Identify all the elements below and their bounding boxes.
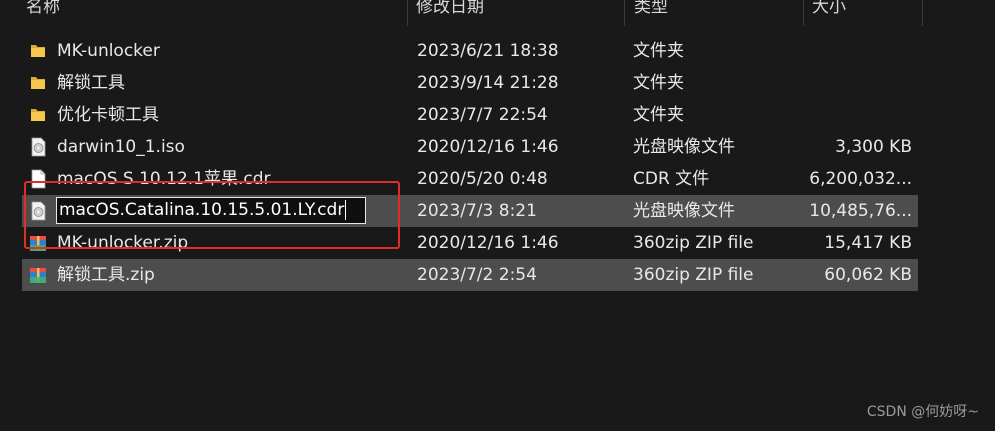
- file-size: 60,062 KB: [824, 265, 912, 285]
- file-name: darwin10_1.iso: [57, 137, 185, 157]
- file-row[interactable]: MK-unlocker.zip 2020/12/16 1:46 360zip Z…: [22, 227, 918, 259]
- column-header: 名称 修改日期 类型 大小: [0, 0, 924, 26]
- file-name: MK-unlocker: [57, 41, 160, 61]
- file-size: 6,200,032...: [809, 169, 912, 189]
- text-caret: [345, 200, 347, 220]
- watermark: CSDN @何妨呀~: [866, 404, 979, 420]
- column-divider[interactable]: [624, 0, 625, 26]
- file-row-hover[interactable]: 解锁工具.zip 2023/7/2 2:54 360zip ZIP file 6…: [22, 259, 918, 291]
- file-type: 光盘映像文件: [633, 201, 735, 221]
- file-size: 10,485,76...: [809, 201, 912, 221]
- file-row[interactable]: macOS S 10.12.1苹果.cdr 2020/5/20 0:48 CDR…: [22, 163, 918, 195]
- column-divider[interactable]: [922, 0, 923, 26]
- zip-archive-icon: [30, 268, 46, 283]
- file-size: [792, 67, 912, 99]
- file-name: MK-unlocker.zip: [57, 233, 189, 253]
- folder-icon: [31, 109, 45, 121]
- file-row[interactable]: darwin10_1.iso 2020/12/16 1:46 光盘映像文件 3,…: [22, 131, 918, 163]
- file-date: 2020/5/20 0:48: [417, 169, 548, 189]
- file-date: 2023/6/21 18:38: [417, 41, 559, 61]
- column-header-name[interactable]: 名称: [26, 0, 60, 26]
- file-type: 文件夹: [633, 41, 684, 61]
- file-size: 3,300 KB: [835, 137, 912, 157]
- file-icon: [31, 169, 46, 189]
- file-type: 文件夹: [633, 105, 684, 125]
- column-header-type[interactable]: 类型: [634, 0, 668, 26]
- file-date: 2023/9/14 21:28: [417, 73, 559, 93]
- file-date: 2023/7/2 2:54: [417, 265, 537, 285]
- file-name: macOS S 10.12.1苹果.cdr: [57, 169, 271, 189]
- file-row[interactable]: MK-unlocker 2023/6/21 18:38 文件夹: [22, 35, 918, 67]
- file-date: 2023/7/7 22:54: [417, 105, 548, 125]
- file-row-selected[interactable]: macOS.Catalina.10.15.5.01.LY.cdr 2023/7/…: [22, 195, 918, 227]
- file-type: 360zip ZIP file: [633, 265, 754, 285]
- file-type: 文件夹: [633, 73, 684, 93]
- folder-icon: [31, 45, 45, 57]
- disc-image-icon: [31, 137, 46, 157]
- rename-input-value: macOS.Catalina.10.15.5.01.LY.cdr: [59, 200, 345, 220]
- file-size: 15,417 KB: [824, 233, 912, 253]
- file-explorer-list: 名称 修改日期 类型 大小 MK-unlocker 2023/6/21 18:3…: [0, 0, 995, 431]
- rename-input[interactable]: macOS.Catalina.10.15.5.01.LY.cdr: [56, 197, 366, 224]
- file-type: CDR 文件: [633, 169, 710, 189]
- file-row[interactable]: 解锁工具 2023/9/14 21:28 文件夹: [22, 67, 918, 99]
- zip-archive-icon: [30, 236, 46, 251]
- column-header-size[interactable]: 大小: [812, 0, 846, 26]
- column-divider[interactable]: [407, 0, 408, 26]
- file-row[interactable]: 优化卡顿工具 2023/7/7 22:54 文件夹: [22, 99, 918, 131]
- file-type: 光盘映像文件: [633, 137, 735, 157]
- disc-image-icon: [31, 201, 46, 221]
- column-divider[interactable]: [803, 0, 804, 26]
- file-size: [792, 35, 912, 67]
- file-name: 解锁工具.zip: [57, 265, 155, 285]
- file-date: 2023/7/3 8:21: [417, 201, 537, 221]
- file-size: [792, 99, 912, 131]
- file-name: 优化卡顿工具: [57, 105, 159, 125]
- file-type: 360zip ZIP file: [633, 233, 754, 253]
- folder-icon: [31, 77, 45, 89]
- file-date: 2020/12/16 1:46: [417, 137, 559, 157]
- file-date: 2020/12/16 1:46: [417, 233, 559, 253]
- file-name: 解锁工具: [57, 73, 125, 93]
- column-header-date[interactable]: 修改日期: [416, 0, 484, 26]
